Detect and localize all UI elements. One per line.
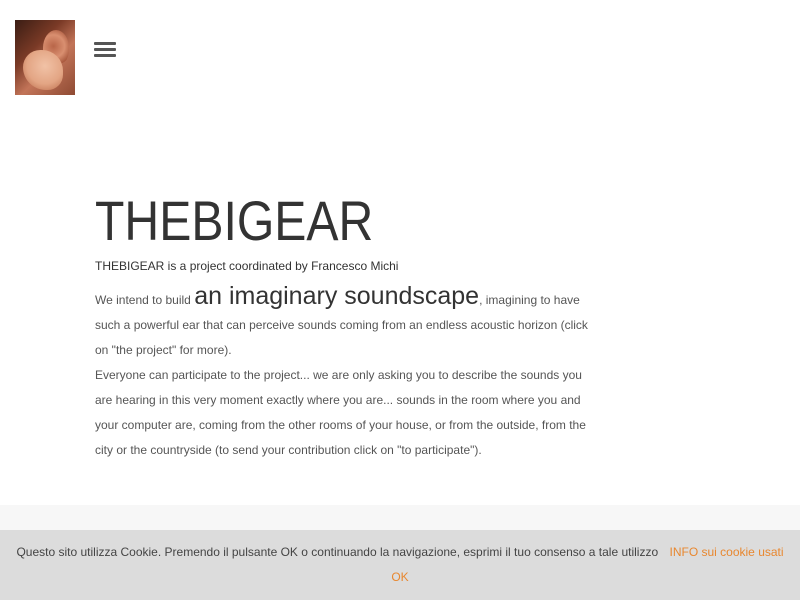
cookie-consent-bar: Questo sito utilizza Cookie. Premendo il… bbox=[0, 530, 800, 600]
menu-bar-bottom bbox=[94, 54, 116, 57]
menu-bar-top bbox=[94, 42, 116, 45]
hand-shape bbox=[23, 50, 63, 90]
logo-image[interactable] bbox=[15, 20, 75, 95]
site-title: THEBIGEAR bbox=[95, 189, 374, 252]
intro-before-text: We intend to build bbox=[95, 293, 195, 307]
cookie-ok-button[interactable]: OK bbox=[391, 565, 408, 590]
hamburger-menu-icon[interactable] bbox=[94, 40, 116, 60]
subtitle: THEBIGEAR is a project coordinated by Fr… bbox=[95, 259, 399, 273]
page: THEBIGEAR THEBIGEAR is a project coordin… bbox=[0, 0, 800, 600]
main-content: THEBIGEAR THEBIGEAR is a project coordin… bbox=[95, 186, 595, 463]
cookie-message: Questo sito utilizza Cookie. Premendo il… bbox=[16, 545, 659, 559]
participate-paragraph: Everyone can participate to the project.… bbox=[95, 368, 586, 457]
menu-bar-middle bbox=[94, 48, 116, 51]
intro-paragraph: We intend to build an imaginary soundsca… bbox=[95, 284, 595, 363]
content-bottom-band bbox=[0, 505, 800, 530]
cookie-info-link[interactable]: INFO sui cookie usati bbox=[670, 545, 784, 559]
intro-big-phrase: an imaginary soundscape bbox=[194, 282, 480, 310]
